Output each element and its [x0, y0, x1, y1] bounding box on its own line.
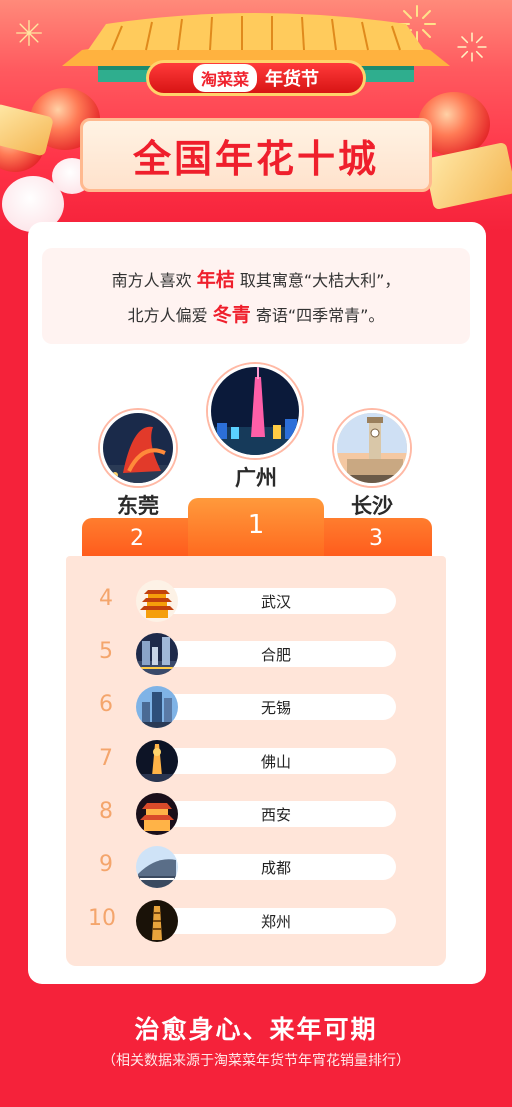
rank-number: 9	[99, 852, 113, 877]
rank-city-pill: 合肥	[156, 641, 396, 667]
rank-number: 7	[99, 746, 113, 771]
rank-number: 5	[99, 639, 113, 664]
rank-city-name: 武汉	[260, 592, 291, 611]
podium-rank-second: 2	[130, 526, 144, 551]
intro-text: 北方人偏爱	[127, 306, 208, 325]
podium-rank-first: 1	[247, 510, 265, 540]
podium-block-third: 3	[320, 518, 432, 558]
rank-number: 10	[88, 906, 116, 931]
ranking-row: 7 佛山	[66, 740, 446, 782]
city-photo-hefei	[136, 633, 178, 675]
city-photo-guangzhou	[208, 364, 302, 458]
ranking-row: 10 郑州	[66, 900, 446, 942]
intro-text: 南方人喜欢	[111, 271, 192, 290]
rank-city-pill: 无锡	[156, 694, 396, 720]
header-banner: 淘菜菜 年货节 全国年花十城	[0, 0, 512, 232]
ranking-row: 9 成都	[66, 846, 446, 888]
highlight-kumquat: 年桔	[196, 269, 235, 291]
ranking-row: 8 西安	[66, 793, 446, 835]
podium-rank-third: 3	[369, 526, 383, 551]
podium-block-first: 1	[188, 498, 324, 556]
city-photo-wuhan	[136, 580, 178, 622]
rank-number: 4	[99, 586, 113, 611]
city-photo-foshan	[136, 740, 178, 782]
rank-city-pill: 成都	[156, 854, 396, 880]
rank-city-pill: 西安	[156, 801, 396, 827]
city-photo-dongguan	[100, 410, 176, 486]
firework-icon	[457, 32, 487, 62]
festival-badge: 淘菜菜 年货节	[146, 60, 366, 96]
highlight-holly: 冬青	[212, 304, 251, 326]
city-photo-xian	[136, 793, 178, 835]
podium-city-first: 广州	[235, 466, 277, 490]
rank-city-name: 佛山	[260, 752, 291, 771]
podium-city-third: 长沙	[351, 494, 393, 518]
intro-quote-box: 南方人喜欢 年桔 取其寓意“大桔大利”， 北方人偏爱 冬青 寄语“四季常青”。	[42, 248, 470, 344]
firework-icon	[16, 20, 42, 46]
city-photo-zhengzhou	[136, 900, 178, 942]
ranking-row: 6 无锡	[66, 686, 446, 728]
rank-city-name: 西安	[260, 805, 291, 824]
intro-text: 取其寓意“大桔大利”，	[239, 271, 401, 290]
rank-city-pill: 郑州	[156, 908, 396, 934]
rank-city-name: 成都	[260, 858, 291, 877]
intro-line-north: 北方人偏爱 冬青 寄语“四季常青”。	[128, 300, 385, 327]
podium-city-second: 东莞	[117, 494, 159, 518]
footer-slogan: 治愈身心、来年可期	[134, 1015, 378, 1044]
ranking-row: 5 合肥	[66, 633, 446, 675]
rank-city-name: 合肥	[260, 645, 291, 664]
brand-label: 淘菜菜	[192, 64, 257, 92]
city-photo-wuxi	[136, 686, 178, 728]
data-source-note: （相关数据来源于淘菜菜年货节年宵花销量排行）	[102, 1053, 410, 1069]
title-plaque: 全国年花十城	[80, 118, 432, 192]
intro-text: 寄语“四季常青”。	[255, 306, 385, 325]
city-photo-chengdu	[136, 846, 178, 888]
ranking-row: 4 武汉	[66, 580, 446, 622]
rank-city-name: 无锡	[260, 698, 291, 717]
rank-city-name: 郑州	[260, 912, 291, 931]
rank-number: 8	[99, 799, 113, 824]
ranking-list: 4 武汉 5 合肥 6 无锡 7 佛山 8 西安 9 成都 10 郑州	[66, 556, 446, 966]
festival-label: 年货节	[265, 69, 319, 90]
intro-line-south: 南方人喜欢 年桔 取其寓意“大桔大利”，	[112, 265, 401, 292]
page-title: 全国年花十城	[132, 136, 379, 181]
rank-city-pill: 武汉	[156, 588, 396, 614]
podium-block-second: 2	[82, 518, 192, 558]
rank-number: 6	[99, 692, 113, 717]
rank-city-pill: 佛山	[156, 748, 396, 774]
city-photo-changsha	[334, 410, 410, 486]
